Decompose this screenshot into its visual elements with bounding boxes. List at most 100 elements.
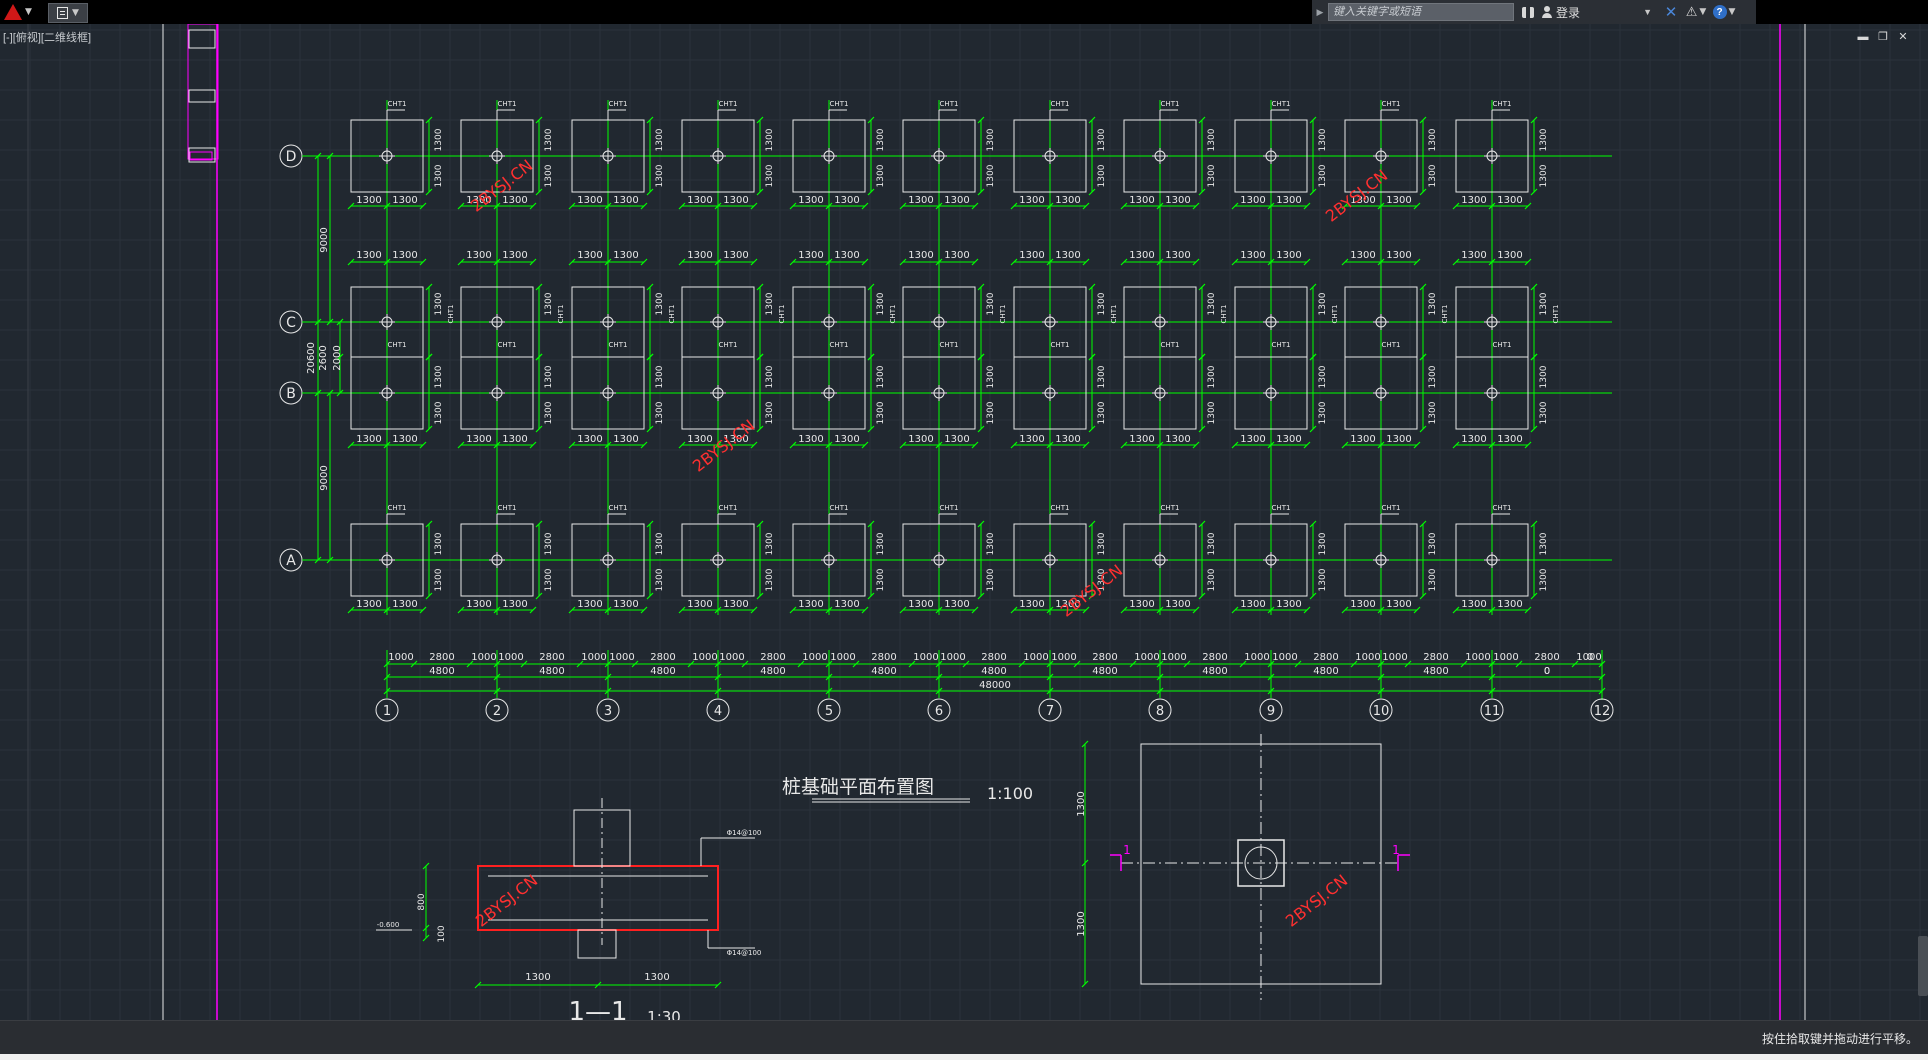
cap-label: CHT1 xyxy=(889,305,897,324)
login-button[interactable]: 登录 ▼ xyxy=(1542,4,1660,21)
cap-label: CHT1 xyxy=(498,100,517,108)
title-block-cell xyxy=(188,89,216,103)
scrollbar-thumb[interactable] xyxy=(1918,936,1928,996)
cap-dim-text: 1300 xyxy=(1318,292,1328,315)
cap-label: CHT1 xyxy=(1493,341,1512,349)
close-icon[interactable]: ✕ xyxy=(1896,30,1910,44)
cap-dim-text: 1300 xyxy=(1207,365,1217,388)
search-button[interactable] xyxy=(1514,0,1542,24)
cap-label: CHT1 xyxy=(668,305,676,324)
cap-label: CHT1 xyxy=(1272,100,1291,108)
cap-label: CHT1 xyxy=(1552,305,1560,324)
cap-dim-text: 1300 xyxy=(1539,128,1549,151)
help-button[interactable]: ? ▼ xyxy=(1710,0,1738,24)
title-block-frame xyxy=(187,23,219,160)
cap-label: CHT1 xyxy=(830,100,849,108)
cap-dim-text: 1300 xyxy=(765,401,775,424)
cap-width-text: 1300 xyxy=(1350,434,1375,445)
minimize-icon[interactable]: ▬ xyxy=(1856,30,1870,44)
connect-button[interactable]: ⚠ ▼ xyxy=(1682,0,1710,24)
dim-row2-text: 0 xyxy=(1544,666,1550,677)
cap-label: CHT1 xyxy=(830,341,849,349)
cap-width-text: 1300 xyxy=(502,434,527,445)
search-input[interactable] xyxy=(1328,3,1514,21)
section-dim-small: 100 xyxy=(437,925,447,942)
cap-label: CHT1 xyxy=(1161,504,1180,512)
col-label-10: 10 xyxy=(1373,704,1390,719)
cap-dim-text: 1300 xyxy=(1428,128,1438,151)
cap-label: CHT1 xyxy=(498,341,517,349)
cad-drawing[interactable]: 1300 1300 CHT1 1300 CHT1 1300 1300 CHT1 1300 1300… xyxy=(0,23,1928,1027)
cap-label: CHT1 xyxy=(999,305,1007,324)
cap-width-text: 1300 xyxy=(356,434,381,445)
cap-width-text: 1300 xyxy=(1276,250,1301,261)
cap-width-text: 1300 xyxy=(1019,195,1044,206)
cap-width-text: 1300 xyxy=(356,250,381,261)
cap-dim-text: 1300 xyxy=(1097,365,1107,388)
cap-dim-text: 1300 xyxy=(655,568,665,591)
cap-width-text: 1300 xyxy=(577,250,602,261)
chevron-down-icon: ▼ xyxy=(1728,7,1736,17)
cap-label: CHT1 xyxy=(719,504,738,512)
plan-title: 桩基础平面布置图 xyxy=(782,776,934,798)
dim-row1-text: 1000 xyxy=(692,652,717,663)
cap-dim-text: 1300 xyxy=(655,128,665,151)
col-label-12: 12 xyxy=(1594,704,1611,719)
dim-row1-text: 1000 xyxy=(471,652,496,663)
cap-width-text: 1300 xyxy=(834,599,859,610)
cap-dim-text: 1300 xyxy=(655,401,665,424)
dim-row1-text: 1000 xyxy=(719,652,744,663)
cap-width-text: 1300 xyxy=(1276,195,1301,206)
cap-label: CHT1 xyxy=(609,100,628,108)
cap-width-text: 1300 xyxy=(392,195,417,206)
cap-label: CHT1 xyxy=(940,100,959,108)
section-dim-half: 1300 xyxy=(525,972,550,983)
cap-width-text: 1300 xyxy=(1129,250,1154,261)
cap-label: CHT1 xyxy=(1441,305,1449,324)
restore-icon[interactable]: ❐ xyxy=(1876,30,1890,44)
exchange-apps-icon[interactable]: ✕ xyxy=(1660,0,1682,24)
cap-label: CHT1 xyxy=(498,504,517,512)
dim-row1-text: 0 xyxy=(1587,652,1593,663)
dim-row2-text: 4800 xyxy=(1202,666,1227,677)
quick-access-toolbar[interactable]: ▼ xyxy=(48,3,88,23)
expand-arrow-icon[interactable]: ▶ xyxy=(1312,0,1328,24)
cap-label: CHT1 xyxy=(1382,100,1401,108)
cap-width-text: 1300 xyxy=(1019,250,1044,261)
cap-dim-text: 1300 xyxy=(544,401,554,424)
axis-label-D: D xyxy=(286,149,297,165)
cap-width-text: 1300 xyxy=(687,250,712,261)
cap-width-text: 1300 xyxy=(1386,599,1411,610)
dim-row1-text: 1000 xyxy=(1244,652,1269,663)
cap-width-text: 1300 xyxy=(466,599,491,610)
col-label-9: 9 xyxy=(1267,704,1275,719)
cap-dim-text: 1300 xyxy=(544,128,554,151)
cap-label: CHT1 xyxy=(1272,341,1291,349)
cap-dim-text: 1300 xyxy=(1318,365,1328,388)
cap-dim-text: 1300 xyxy=(876,365,886,388)
col-label-11: 11 xyxy=(1484,704,1501,719)
dim-row2-text: 4800 xyxy=(429,666,454,677)
cap-label: CHT1 xyxy=(609,504,628,512)
viewport-controls-label[interactable]: [-][俯视][二维线框] xyxy=(3,29,91,45)
dim-total-text: 48000 xyxy=(979,680,1011,691)
drawing-canvas[interactable]: 1300 1300 CHT1 1300 CHT1 1300 1300 CHT1 1300 1300… xyxy=(0,23,1928,1027)
dim-row1-text: 1000 xyxy=(1161,652,1186,663)
plan-scale: 1:100 xyxy=(987,784,1033,803)
cap-width-text: 1300 xyxy=(834,434,859,445)
application-menu-button[interactable]: ▼ xyxy=(0,0,36,24)
dim-row1-text: 1000 xyxy=(1355,652,1380,663)
cap-width-text: 1300 xyxy=(392,599,417,610)
cap-width-text: 1300 xyxy=(908,434,933,445)
cap-label: CHT1 xyxy=(1161,100,1180,108)
cap-dim-text: 1300 xyxy=(986,164,996,187)
cap-dim-text: 1300 xyxy=(876,401,886,424)
dim-row1-text: 2800 xyxy=(1313,652,1338,663)
cap-dim-text: 1300 xyxy=(1097,164,1107,187)
cap-dim-text: 1300 xyxy=(1428,292,1438,315)
dim-row2-text: 4800 xyxy=(539,666,564,677)
cap-width-text: 1300 xyxy=(834,195,859,206)
cap-label: CHT1 xyxy=(557,305,565,324)
cap-width-text: 1300 xyxy=(1129,599,1154,610)
cap-dim-text: 1300 xyxy=(1207,292,1217,315)
